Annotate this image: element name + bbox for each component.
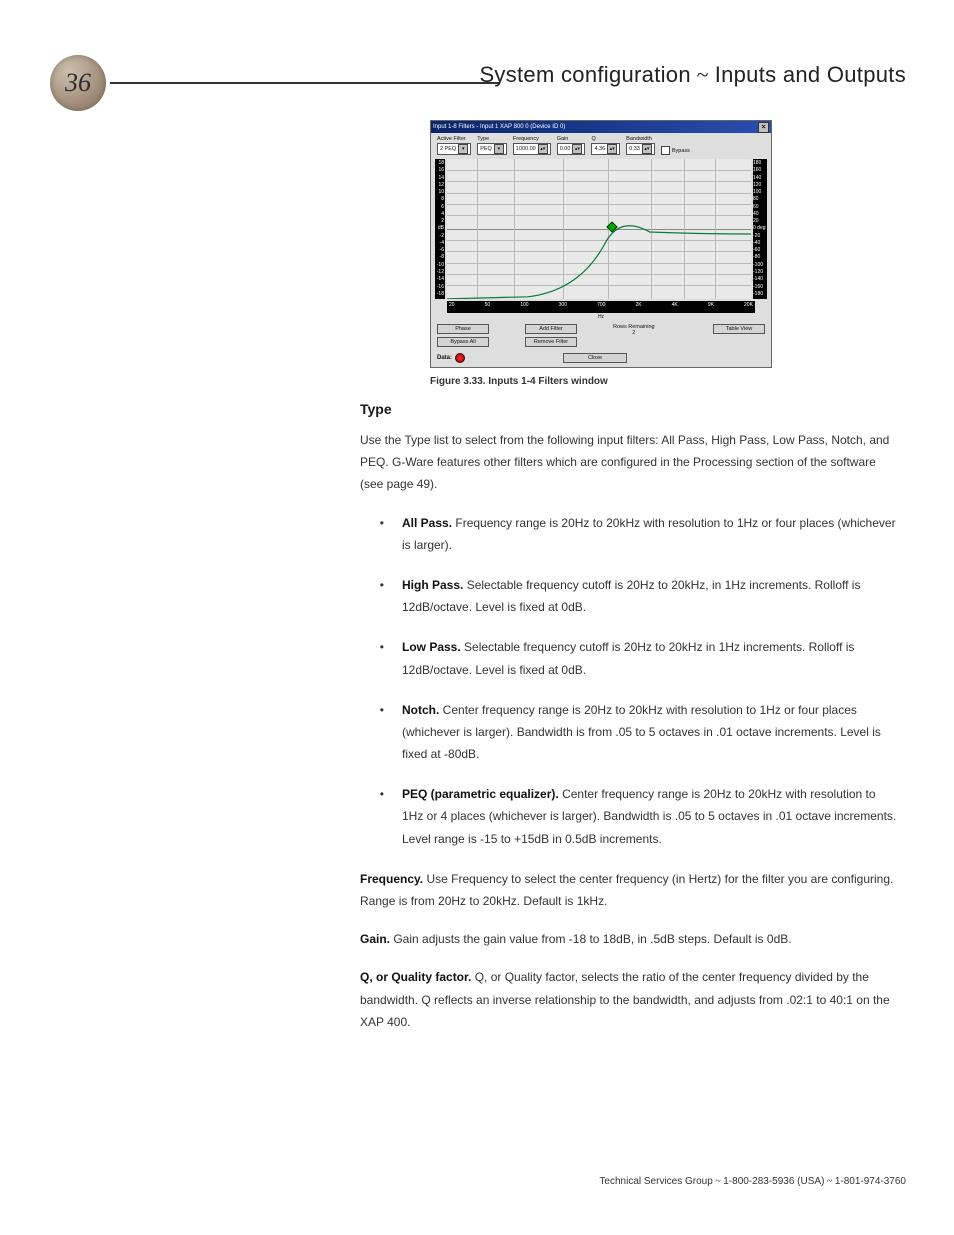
page-number: 36 [65, 68, 91, 98]
q-label: Q [591, 136, 620, 142]
para-title: Frequency. [360, 872, 423, 886]
spinner-icon: ▴▾ [642, 144, 652, 154]
remove-filter-button[interactable]: Remove Filter [525, 337, 577, 347]
item-body: Selectable frequency cutoff is 20Hz to 2… [402, 640, 854, 676]
para-body: Gain adjusts the gain value from -18 to … [390, 932, 792, 946]
close-button[interactable]: Close [563, 353, 627, 363]
bypass-all-button[interactable]: Bypass All [437, 337, 489, 347]
title-part-b: Inputs and Outputs [715, 62, 906, 87]
filter-type-list: All Pass. Frequency range is 20Hz to 20k… [374, 512, 900, 850]
active-filter-label: Active Filter [437, 136, 471, 142]
spinner-icon: ▴▾ [607, 144, 617, 154]
list-item: All Pass. Frequency range is 20Hz to 20k… [394, 512, 900, 556]
q-control: Q 4.36▴▾ [591, 136, 620, 155]
frequency-spinner[interactable]: 1000.00▴▾ [513, 143, 551, 155]
rows-remaining: Rows Remaining 2 [613, 324, 655, 336]
item-title: High Pass. [402, 578, 463, 592]
item-title: All Pass. [402, 516, 452, 530]
close-icon[interactable]: × [758, 122, 769, 133]
bandwidth-label: Bandwidth [626, 136, 655, 142]
bandwidth-control: Bandwidth 0.33▴▾ [626, 136, 655, 155]
page-title: System configuration ~ Inputs and Output… [479, 62, 906, 88]
phase-curve [447, 159, 751, 299]
q-value: 4.36 [594, 146, 605, 152]
list-item: PEQ (parametric equalizer). Center frequ… [394, 783, 900, 850]
q-paragraph: Q, or Quality factor. Q, or Quality fact… [360, 966, 900, 1033]
bypass-control: Bypass [661, 138, 690, 155]
window-title: Input 1-8 Filters - Input 1 XAP 800 0 (D… [433, 124, 565, 130]
footer-c: 1-801-974-3760 [835, 1176, 906, 1187]
item-body: Selectable frequency cutoff is 20Hz to 2… [402, 578, 860, 614]
phase-button[interactable]: Phase [437, 324, 489, 334]
type-value: PEQ [480, 146, 492, 152]
title-sep: ~ [691, 62, 715, 87]
frequency-label: Frequency [513, 136, 551, 142]
bypass-checkbox[interactable] [661, 146, 670, 155]
active-filter-control: Active Filter 2 PEQ▾ [437, 136, 471, 155]
list-item: Low Pass. Selectable frequency cutoff is… [394, 636, 900, 680]
frequency-value: 1000.00 [516, 146, 536, 152]
page-footer: Technical Services Group ~ 1-800-283-593… [599, 1176, 906, 1187]
header-rule [110, 82, 500, 84]
item-title: Notch. [402, 703, 439, 717]
spinner-icon: ▴▾ [572, 144, 582, 154]
rows-remaining-value: 2 [613, 330, 655, 336]
filter-controls-row: Active Filter 2 PEQ▾ Type PEQ▾ Frequency… [431, 133, 771, 159]
figure-caption: Figure 3.33. Inputs 1-4 Filters window [430, 376, 900, 387]
item-body: Center frequency range is 20Hz to 20kHz … [402, 703, 881, 761]
active-filter-dropdown[interactable]: 2 PEQ▾ [437, 143, 471, 155]
filter-response-graph[interactable] [447, 159, 751, 299]
frequency-paragraph: Frequency. Use Frequency to select the c… [360, 868, 900, 912]
footer-sep: ~ [824, 1176, 834, 1187]
active-filter-value: 2 PEQ [440, 146, 456, 152]
graph-y-axis-right: 180160140120100806040200 deg-20-40-60-80… [753, 159, 767, 299]
gain-spinner[interactable]: 0.00▴▾ [557, 143, 586, 155]
list-item: High Pass. Selectable frequency cutoff i… [394, 574, 900, 618]
item-title: PEQ (parametric equalizer). [402, 787, 559, 801]
table-view-button[interactable]: Table View [713, 324, 765, 334]
chevron-down-icon: ▾ [494, 144, 504, 154]
type-control: Type PEQ▾ [477, 136, 507, 155]
para-title: Q, or Quality factor. [360, 970, 471, 984]
section-heading-type: Type [360, 401, 900, 417]
bypass-label: Bypass [672, 148, 690, 154]
chevron-down-icon: ▾ [458, 144, 468, 154]
frequency-control: Frequency 1000.00▴▾ [513, 136, 551, 155]
window-titlebar: Input 1-8 Filters - Input 1 XAP 800 0 (D… [431, 121, 771, 133]
filters-window-screenshot: Input 1-8 Filters - Input 1 XAP 800 0 (D… [430, 120, 772, 368]
item-body: Frequency range is 20Hz to 20kHz with re… [402, 516, 896, 552]
footer-sep: ~ [713, 1176, 723, 1187]
intro-paragraph: Use the Type list to select from the fol… [360, 429, 900, 496]
q-spinner[interactable]: 4.36▴▾ [591, 143, 620, 155]
page-number-badge: 36 [50, 55, 106, 111]
data-led-icon [455, 353, 465, 363]
gain-value: 0.00 [560, 146, 571, 152]
list-item: Notch. Center frequency range is 20Hz to… [394, 699, 900, 766]
add-filter-button[interactable]: Add Filter [525, 324, 577, 334]
title-part-a: System configuration [479, 62, 690, 87]
graph-y-axis-left: 18161412108642dB-2-4-6-8-10-12-14-16-18 [435, 159, 445, 299]
type-label: Type [477, 136, 507, 142]
spinner-icon: ▴▾ [538, 144, 548, 154]
footer-a: Technical Services Group [599, 1176, 712, 1187]
gain-paragraph: Gain. Gain adjusts the gain value from -… [360, 928, 900, 950]
type-dropdown[interactable]: PEQ▾ [477, 143, 507, 155]
gain-label: Gain [557, 136, 586, 142]
gain-control: Gain 0.00▴▾ [557, 136, 586, 155]
graph-x-axis: 20501003007002K4K9K20K [447, 301, 755, 313]
data-label: Data: [437, 355, 452, 361]
para-title: Gain. [360, 932, 390, 946]
footer-b: 1-800-283-5936 (USA) [723, 1176, 824, 1187]
bandwidth-spinner[interactable]: 0.33▴▾ [626, 143, 655, 155]
item-title: Low Pass. [402, 640, 461, 654]
bandwidth-value: 0.33 [629, 146, 640, 152]
para-body: Use Frequency to select the center frequ… [360, 872, 893, 908]
